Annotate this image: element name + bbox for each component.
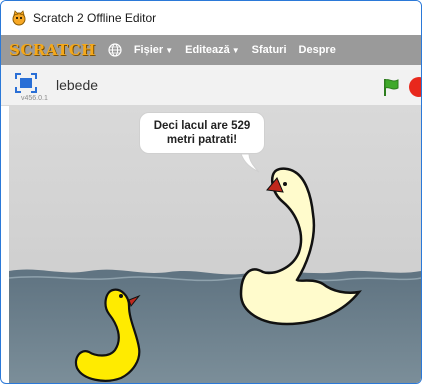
scratch-cat-icon [12, 10, 26, 26]
project-name-field[interactable]: lebede [56, 77, 98, 93]
scratch-logo[interactable]: SCRATCH [9, 41, 96, 59]
chevron-down-icon: ▼ [231, 46, 240, 55]
app-window: Scratch 2 Offline Editor SCRATCH Fișier ▼… [0, 0, 422, 384]
speech-line-2: metri patrati! [166, 134, 238, 146]
menu-file[interactable]: Fișier ▼ [134, 44, 173, 56]
water [9, 269, 421, 383]
menu-tips[interactable]: Sfaturi [252, 44, 287, 56]
stop-icon[interactable] [409, 77, 421, 97]
menu-about[interactable]: Despre [299, 44, 336, 56]
speech-bubble: Deci lacul are 529 metri patrati! [139, 112, 265, 154]
globe-icon[interactable] [108, 43, 122, 57]
window-title: Scratch 2 Offline Editor [33, 11, 157, 25]
green-flag-icon[interactable] [381, 77, 401, 97]
chevron-down-icon: ▼ [165, 46, 174, 55]
version-label: v456.0.1 [21, 95, 48, 102]
fullscreen-icon[interactable] [15, 73, 37, 93]
title-bar: Scratch 2 Offline Editor [1, 1, 421, 35]
speech-line-1: Deci lacul are 529 [153, 120, 251, 132]
stage[interactable]: Deci lacul are 529 metri patrati! [9, 106, 421, 383]
stage-toolbar: lebede v456.0.1 [1, 65, 421, 106]
menu-bar: SCRATCH Fișier ▼ Editează ▼ Sfaturi Despre [1, 35, 421, 65]
menu-edit[interactable]: Editează ▼ [185, 44, 240, 56]
